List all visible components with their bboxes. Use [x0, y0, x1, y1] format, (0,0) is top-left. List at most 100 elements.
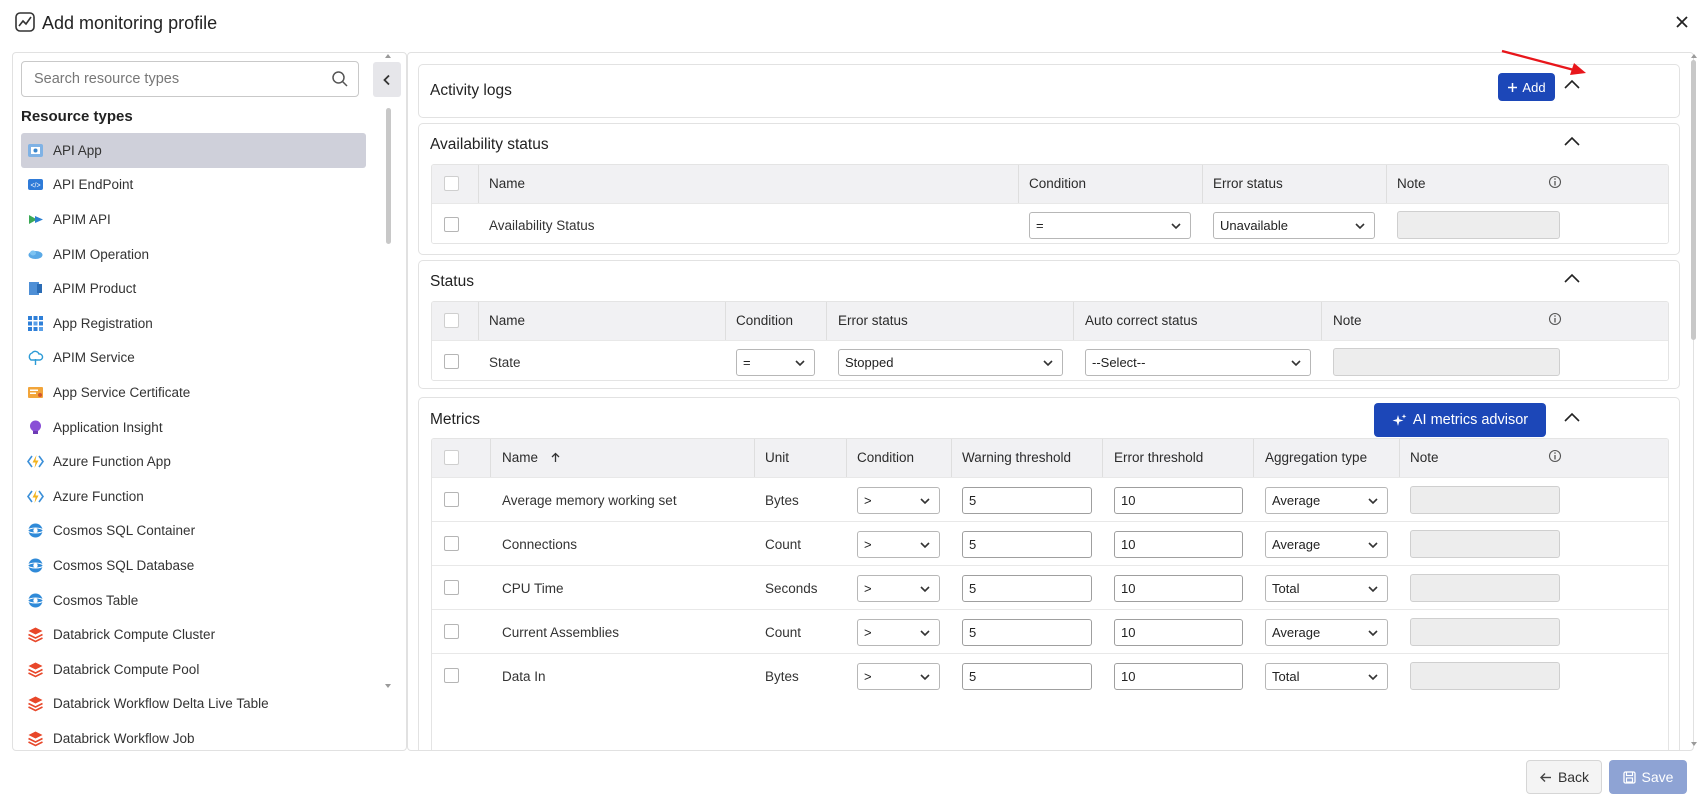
- resource-item-apim-api[interactable]: APIM API: [21, 202, 366, 237]
- error-threshold-input[interactable]: 10: [1114, 531, 1243, 558]
- error-status-select[interactable]: Unavailable: [1213, 212, 1375, 239]
- resource-item-databrick-workflow-job[interactable]: Databrick Workflow Job: [21, 721, 366, 750]
- main-scroll-thumb[interactable]: [1691, 60, 1696, 340]
- column-auto-correct-status[interactable]: Auto correct status: [1085, 313, 1198, 328]
- scroll-up-icon[interactable]: [384, 52, 392, 60]
- row-checkbox[interactable]: [444, 354, 459, 369]
- column-error-threshold[interactable]: Error threshold: [1114, 450, 1203, 465]
- note-input[interactable]: [1410, 662, 1560, 690]
- note-input[interactable]: [1410, 618, 1560, 646]
- condition-select[interactable]: =: [1029, 212, 1191, 239]
- resource-item-cosmos-table[interactable]: Cosmos Table: [21, 583, 366, 618]
- sidebar-scrollbar[interactable]: [384, 52, 392, 692]
- warning-threshold-input[interactable]: 5: [962, 575, 1092, 602]
- column-condition[interactable]: Condition: [1029, 176, 1086, 191]
- select-all-checkbox[interactable]: [444, 313, 459, 328]
- row-name: State: [489, 355, 521, 370]
- column-error-status[interactable]: Error status: [1213, 176, 1283, 191]
- condition-select[interactable]: >: [857, 619, 940, 646]
- aggregation-type-select[interactable]: Average: [1265, 531, 1388, 558]
- chevron-up-icon[interactable]: [1563, 270, 1581, 288]
- sidebar-scroll-thumb[interactable]: [386, 108, 391, 244]
- close-icon[interactable]: [1672, 12, 1692, 32]
- aggregation-type-select[interactable]: Average: [1265, 487, 1388, 514]
- resource-item-azure-function[interactable]: Azure Function: [21, 479, 366, 514]
- auto-correct-status-select[interactable]: --Select--: [1085, 349, 1311, 376]
- column-note[interactable]: Note: [1397, 176, 1426, 191]
- condition-select[interactable]: =: [736, 349, 815, 376]
- error-threshold-input[interactable]: 10: [1114, 487, 1243, 514]
- scroll-up-icon[interactable]: [1690, 52, 1698, 60]
- row-checkbox[interactable]: [444, 536, 459, 551]
- column-note[interactable]: Note: [1333, 313, 1362, 328]
- error-threshold-input[interactable]: 10: [1114, 619, 1243, 646]
- column-note[interactable]: Note: [1410, 450, 1439, 465]
- resource-item-databrick-compute-cluster[interactable]: Databrick Compute Cluster: [21, 617, 366, 652]
- condition-select[interactable]: >: [857, 531, 940, 558]
- search-icon[interactable]: [331, 70, 349, 88]
- error-threshold-input[interactable]: 10: [1114, 663, 1243, 690]
- column-warning-threshold[interactable]: Warning threshold: [962, 450, 1071, 465]
- column-aggregation-type[interactable]: Aggregation type: [1265, 450, 1367, 465]
- resource-item-cosmos-sql-container[interactable]: Cosmos SQL Container: [21, 514, 366, 549]
- warning-threshold-input[interactable]: 5: [962, 487, 1092, 514]
- column-name[interactable]: Name: [502, 450, 561, 465]
- ai-metrics-advisor-button[interactable]: AI metrics advisor: [1374, 403, 1546, 437]
- info-icon[interactable]: [1548, 175, 1562, 189]
- warning-threshold-input[interactable]: 5: [962, 663, 1092, 690]
- note-input[interactable]: [1410, 530, 1560, 558]
- resource-item-azure-function-app[interactable]: Azure Function App: [21, 444, 366, 479]
- resource-item-apim-product[interactable]: APIM Product: [21, 271, 366, 306]
- column-condition[interactable]: Condition: [857, 450, 914, 465]
- resource-item-app-service-certificate[interactable]: App Service Certificate: [21, 375, 366, 410]
- note-input[interactable]: [1410, 574, 1560, 602]
- chevron-up-icon[interactable]: [1563, 409, 1581, 427]
- info-icon[interactable]: [1548, 449, 1562, 463]
- aggregation-type-select[interactable]: Average: [1265, 619, 1388, 646]
- column-error-status[interactable]: Error status: [838, 313, 908, 328]
- row-checkbox[interactable]: [444, 492, 459, 507]
- row-checkbox[interactable]: [444, 217, 459, 232]
- back-button[interactable]: Back: [1526, 760, 1602, 794]
- aggregation-type-select[interactable]: Total: [1265, 575, 1388, 602]
- resource-item-app-registration[interactable]: App Registration: [21, 306, 366, 341]
- search-input[interactable]: [22, 71, 312, 87]
- column-unit[interactable]: Unit: [765, 450, 789, 465]
- select-all-checkbox[interactable]: [444, 450, 459, 465]
- aggregation-value: Total: [1272, 581, 1300, 596]
- aggregation-type-select[interactable]: Total: [1265, 663, 1388, 690]
- resource-item-api-endpoint[interactable]: </> API EndPoint: [21, 168, 366, 203]
- resource-item-apim-operation[interactable]: APIM Operation: [21, 237, 366, 272]
- main-scrollbar[interactable]: [1689, 52, 1699, 751]
- resource-item-databrick-workflow-delta-live-table[interactable]: Databrick Workflow Delta Live Table: [21, 687, 366, 722]
- info-icon[interactable]: [1548, 312, 1562, 326]
- condition-select[interactable]: >: [857, 663, 940, 690]
- save-button[interactable]: Save: [1609, 760, 1687, 794]
- error-status-select[interactable]: Stopped: [838, 349, 1063, 376]
- chevron-up-icon[interactable]: [1563, 133, 1581, 151]
- column-name[interactable]: Name: [489, 313, 525, 328]
- condition-select[interactable]: >: [857, 575, 940, 602]
- note-input[interactable]: [1397, 211, 1560, 239]
- scroll-down-icon[interactable]: [384, 682, 392, 690]
- resource-item-application-insight[interactable]: Application Insight: [21, 410, 366, 445]
- note-input[interactable]: [1410, 486, 1560, 514]
- row-checkbox[interactable]: [444, 624, 459, 639]
- note-input[interactable]: [1333, 348, 1560, 376]
- row-checkbox[interactable]: [444, 580, 459, 595]
- resource-item-databrick-compute-pool[interactable]: Databrick Compute Pool: [21, 652, 366, 687]
- column-condition[interactable]: Condition: [736, 313, 793, 328]
- condition-select[interactable]: >: [857, 487, 940, 514]
- warning-threshold-input[interactable]: 5: [962, 619, 1092, 646]
- condition-value: =: [743, 355, 751, 370]
- column-name[interactable]: Name: [489, 176, 525, 191]
- warning-threshold-input[interactable]: 5: [962, 531, 1092, 558]
- row-checkbox[interactable]: [444, 668, 459, 683]
- resource-item-apim-service[interactable]: APIM Service: [21, 341, 366, 376]
- resource-item-cosmos-sql-database[interactable]: Cosmos SQL Database: [21, 548, 366, 583]
- error-threshold-input[interactable]: 10: [1114, 575, 1243, 602]
- select-all-checkbox[interactable]: [444, 176, 459, 191]
- scroll-down-icon[interactable]: [1690, 740, 1698, 748]
- resource-item-api-app[interactable]: API App: [21, 133, 366, 168]
- sort-ascending-icon[interactable]: [550, 452, 561, 463]
